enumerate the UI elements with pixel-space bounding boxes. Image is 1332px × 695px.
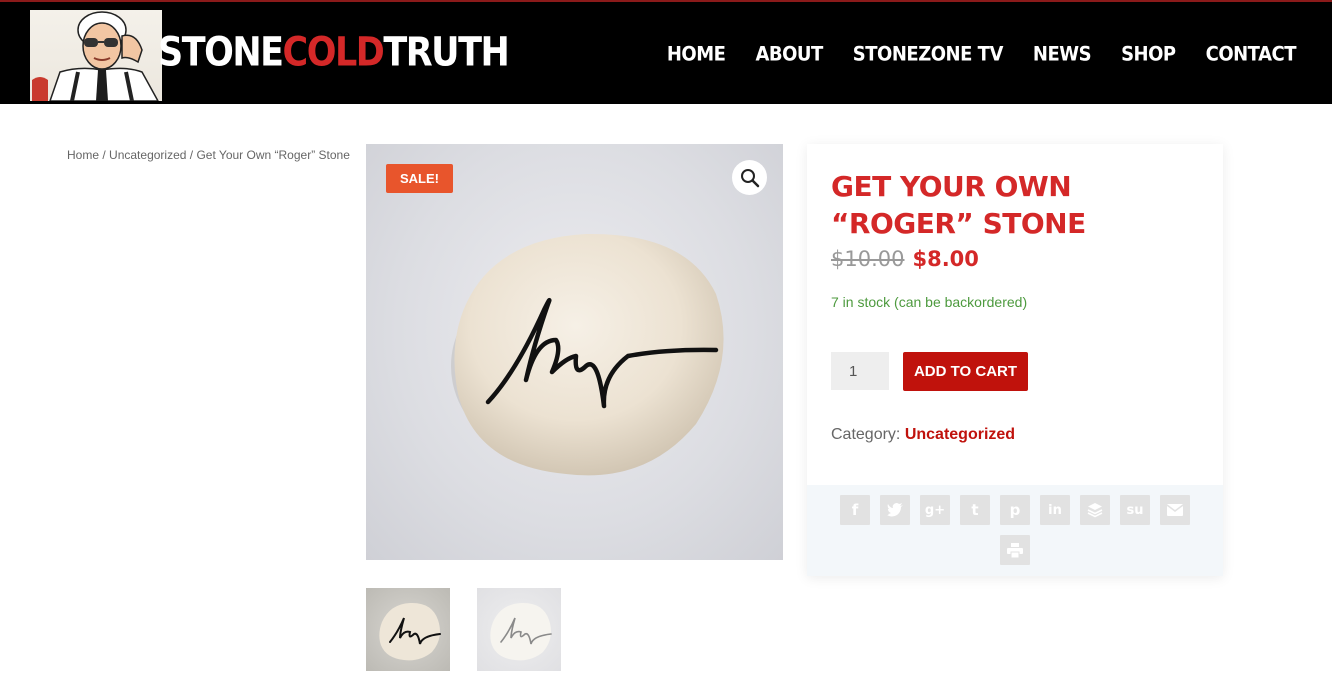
- site-header: STONECOLDTRUTH HOME ABOUT STONEZONE TV N…: [0, 0, 1332, 104]
- email-icon: [1167, 504, 1183, 516]
- tumblr-icon: t: [971, 501, 979, 519]
- social-share-bar: f g+ t p in su: [807, 485, 1223, 576]
- quantity-input[interactable]: [831, 352, 889, 390]
- sale-badge: SALE!: [386, 164, 453, 193]
- nav-stonezone-tv[interactable]: STONEZONE TV: [853, 43, 1004, 66]
- stock-status: 7 in stock (can be backordered): [831, 294, 1028, 310]
- share-twitter-button[interactable]: [880, 495, 910, 525]
- facebook-icon: f: [851, 501, 859, 519]
- share-tumblr-button[interactable]: t: [960, 495, 990, 525]
- thumbnail-stone-photo: [379, 602, 441, 661]
- add-to-cart-button[interactable]: ADD TO CART: [903, 352, 1028, 391]
- product-title: GET YOUR OWN “ROGER” STONE: [831, 170, 1086, 240]
- share-pinterest-button[interactable]: p: [1000, 495, 1030, 525]
- product-price: $10.00 $8.00: [831, 247, 979, 271]
- linkedin-icon: in: [1048, 502, 1062, 518]
- nav-contact[interactable]: CONTACT: [1206, 43, 1297, 66]
- twitter-icon: [887, 503, 903, 517]
- main-nav: HOME ABOUT STONEZONE TV NEWS SHOP CONTAC…: [667, 43, 1297, 66]
- stone-photo: [451, 233, 724, 476]
- original-price: $10.00: [831, 247, 905, 271]
- share-buffer-button[interactable]: [1080, 495, 1110, 525]
- sale-price: $8.00: [912, 247, 979, 271]
- stumbleupon-icon: su: [1126, 502, 1144, 518]
- breadcrumb: Home / Uncategorized / Get Your Own “Rog…: [67, 148, 350, 162]
- category-link[interactable]: Uncategorized: [905, 426, 1015, 443]
- breadcrumb-separator: /: [189, 148, 194, 162]
- product-summary-card: GET YOUR OWN “ROGER” STONE $10.00 $8.00 7…: [807, 144, 1223, 576]
- product-thumbnail-2[interactable]: [477, 588, 561, 671]
- product-thumbnail-1[interactable]: [366, 588, 450, 671]
- thumbnail-stone-photo: [490, 602, 552, 661]
- pinterest-icon: p: [1009, 501, 1021, 519]
- breadcrumb-current: Get Your Own “Roger” Stone: [196, 148, 350, 162]
- magnifier-icon: [740, 168, 759, 187]
- share-stumbleupon-button[interactable]: su: [1120, 495, 1150, 525]
- share-linkedin-button[interactable]: in: [1040, 495, 1070, 525]
- nav-about[interactable]: ABOUT: [755, 43, 823, 66]
- logo-text-stone: STONE: [158, 30, 284, 76]
- zoom-button[interactable]: [732, 160, 767, 195]
- logo-text-cold: COLD: [282, 30, 385, 76]
- share-google-plus-button[interactable]: g+: [920, 495, 950, 525]
- logo-text-truth: TRUTH: [383, 30, 509, 76]
- nav-news[interactable]: NEWS: [1033, 43, 1092, 66]
- share-email-button[interactable]: [1160, 495, 1190, 525]
- buffer-icon: [1087, 503, 1103, 518]
- logo-caricature: [30, 10, 162, 101]
- share-facebook-button[interactable]: f: [840, 495, 870, 525]
- product-main-image[interactable]: SALE!: [366, 144, 783, 560]
- site-logo[interactable]: STONECOLDTRUTH: [30, 8, 510, 101]
- product-category: Category: Uncategorized: [831, 426, 1015, 444]
- breadcrumb-home[interactable]: Home: [67, 148, 99, 162]
- category-label: Category:: [831, 426, 901, 443]
- breadcrumb-separator: /: [102, 148, 106, 162]
- nav-home[interactable]: HOME: [667, 43, 726, 66]
- google-plus-icon: g+: [924, 502, 946, 518]
- nav-shop[interactable]: SHOP: [1121, 43, 1176, 66]
- print-button[interactable]: [1000, 535, 1030, 565]
- logo-text: STONECOLDTRUTH: [158, 30, 510, 76]
- print-icon: [1007, 542, 1023, 558]
- breadcrumb-category[interactable]: Uncategorized: [109, 148, 186, 162]
